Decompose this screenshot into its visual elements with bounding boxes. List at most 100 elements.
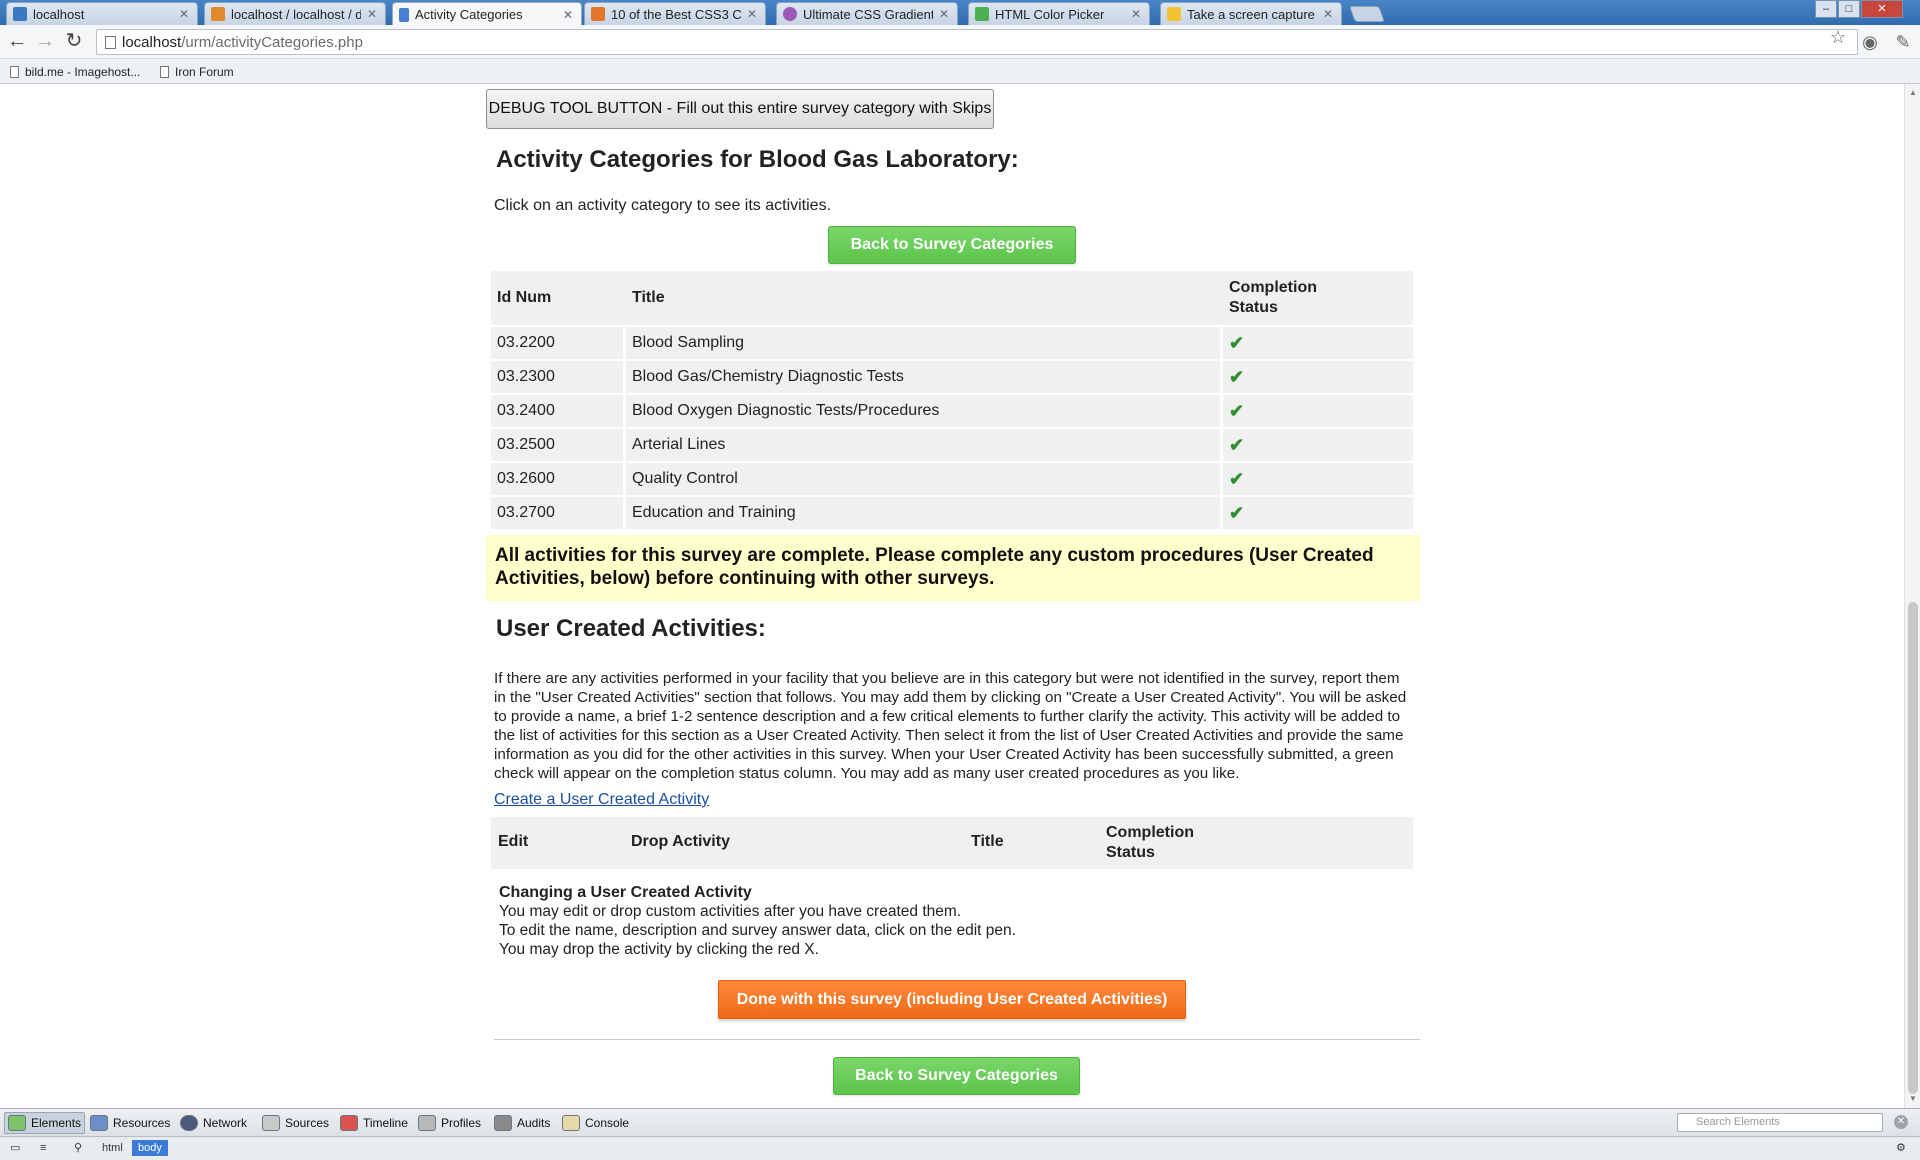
row-title[interactable]: Blood Gas/Chemistry Diagnostic Tests xyxy=(626,359,1223,393)
tab-phpmyadmin[interactable]: localhost / localhost / drup ✕ xyxy=(204,2,386,25)
devtools-tab-label: Elements xyxy=(31,1116,82,1130)
row-title[interactable]: Arterial Lines xyxy=(626,427,1223,461)
bookmark-bildme[interactable]: bild.me - Imagehost... xyxy=(10,65,140,79)
row-id: 03.2600 xyxy=(491,461,626,495)
new-tab-button[interactable] xyxy=(1349,6,1385,22)
page-icon xyxy=(105,36,116,49)
devtools-tab-audits[interactable]: Audits xyxy=(494,1112,550,1134)
bookmark-iron-forum[interactable]: Iron Forum xyxy=(160,65,234,79)
dock-icon[interactable]: ▭ xyxy=(4,1140,26,1156)
devtools-tab-resources[interactable]: Resources xyxy=(90,1112,170,1134)
profiles-icon xyxy=(418,1115,436,1131)
check-icon: ✔ xyxy=(1223,359,1413,393)
page-viewport: DEBUG TOOL BUTTON - Fill out this entire… xyxy=(0,84,1904,1108)
page-title: Activity Categories for Blood Gas Labora… xyxy=(496,146,1019,173)
audits-icon xyxy=(494,1115,512,1131)
tab-css3-code[interactable]: 10 of the Best CSS3 Code G ✕ xyxy=(584,2,766,25)
console-icon xyxy=(562,1115,580,1131)
check-icon: ✔ xyxy=(1223,325,1413,359)
resources-icon xyxy=(90,1115,108,1131)
row-id: 03.2500 xyxy=(491,427,626,461)
maximize-icon[interactable]: □ xyxy=(1838,0,1860,18)
page-icon xyxy=(10,66,19,78)
row-title[interactable]: Quality Control xyxy=(626,461,1223,495)
browser-window: localhost ✕ localhost / localhost / drup… xyxy=(0,0,1920,1160)
browser-toolbar: ← → ↻ localhost/urm/activityCategories.p… xyxy=(0,25,1920,59)
back-arrow-icon[interactable]: ← xyxy=(5,30,29,54)
table-row[interactable]: 03.2200 Blood Sampling ✔ xyxy=(491,325,1413,359)
wrench-icon[interactable]: ✎ xyxy=(1892,31,1914,53)
back-to-survey-categories-button[interactable]: Back to Survey Categories xyxy=(828,226,1076,264)
devtools-search-input[interactable]: Search Elements xyxy=(1677,1113,1883,1132)
tab-screen-capture[interactable]: Take a screen capture (prin ✕ xyxy=(1160,2,1342,25)
tab-favicon-icon xyxy=(1167,7,1181,21)
table-row[interactable]: 03.2300 Blood Gas/Chemistry Diagnostic T… xyxy=(491,359,1413,393)
sources-icon xyxy=(262,1115,280,1131)
row-title[interactable]: Education and Training xyxy=(626,495,1223,529)
devtools-tab-label: Console xyxy=(585,1116,630,1130)
table-row[interactable]: 03.2700 Education and Training ✔ xyxy=(491,495,1413,529)
table-row[interactable]: 03.2500 Arterial Lines ✔ xyxy=(491,427,1413,461)
bookmarks-bar: bild.me - Imagehost... Iron Forum xyxy=(0,59,1920,84)
devtools-tab-label: Network xyxy=(203,1116,248,1130)
close-icon[interactable]: ✕ xyxy=(1321,7,1335,21)
console-toggle-icon[interactable]: ≡ xyxy=(34,1140,52,1156)
star-icon[interactable]: ☆ xyxy=(1827,26,1849,48)
row-title[interactable]: Blood Sampling xyxy=(626,325,1223,359)
close-icon[interactable]: ✕ xyxy=(365,7,379,21)
create-user-activity-link[interactable]: Create a User Created Activity xyxy=(494,791,709,809)
reload-icon[interactable]: ↻ xyxy=(62,30,86,54)
minimize-icon[interactable]: – xyxy=(1815,0,1837,18)
devtools-tab-elements[interactable]: Elements xyxy=(4,1112,86,1134)
changing-line: To edit the name, description and survey… xyxy=(499,922,1016,939)
tab-gradient-generator[interactable]: Ultimate CSS Gradient Gen ✕ xyxy=(776,2,958,25)
breadcrumb-body[interactable]: body xyxy=(132,1140,168,1156)
devtools-tab-sources[interactable]: Sources xyxy=(262,1112,329,1134)
table-row[interactable]: 03.2400 Blood Oxygen Diagnostic Tests/Pr… xyxy=(491,393,1413,427)
user-created-table-header: Edit Drop Activity Title Completion Stat… xyxy=(491,817,1413,869)
eye-icon[interactable]: ◉ xyxy=(1859,31,1881,53)
done-with-survey-button[interactable]: Done with this survey (including User Cr… xyxy=(718,980,1186,1019)
debug-fill-button[interactable]: DEBUG TOOL BUTTON - Fill out this entire… xyxy=(486,89,994,129)
row-id: 03.2700 xyxy=(491,495,626,529)
tab-label: localhost xyxy=(33,6,85,22)
devtools-tab-console[interactable]: Console xyxy=(562,1112,629,1134)
close-icon[interactable]: ✕ xyxy=(561,8,575,22)
scroll-up-icon[interactable]: ▲ xyxy=(1908,88,1918,97)
tab-label: Activity Categories xyxy=(415,7,523,22)
close-icon[interactable]: ✕ xyxy=(177,7,191,21)
close-icon[interactable]: ✕ xyxy=(1129,7,1143,21)
vertical-scrollbar[interactable]: ▲ ▼ xyxy=(1904,84,1920,1108)
window-close-icon[interactable]: ✕ xyxy=(1861,0,1903,18)
check-icon: ✔ xyxy=(1223,427,1413,461)
address-bar[interactable]: localhost/urm/activityCategories.php xyxy=(96,29,1858,55)
tab-localhost[interactable]: localhost ✕ xyxy=(6,2,198,25)
scroll-down-icon[interactable]: ▼ xyxy=(1908,1094,1918,1103)
devtools-tab-label: Audits xyxy=(517,1116,551,1130)
close-icon[interactable]: ✕ xyxy=(745,7,759,21)
settings-gear-icon[interactable]: ⚙ xyxy=(1890,1140,1912,1156)
close-devtools-icon[interactable]: ✕ xyxy=(1894,1115,1908,1129)
devtools-tab-profiles[interactable]: Profiles xyxy=(418,1112,481,1134)
tab-favicon-icon xyxy=(783,7,797,21)
close-icon[interactable]: ✕ xyxy=(937,7,951,21)
devtools-tab-network[interactable]: Network xyxy=(180,1112,247,1134)
timeline-icon xyxy=(340,1115,358,1131)
column-header-uc-title: Title xyxy=(971,833,1004,850)
tab-color-picker[interactable]: HTML Color Picker ✕ xyxy=(968,2,1150,25)
tab-favicon-icon xyxy=(399,7,409,22)
scrollbar-thumb[interactable] xyxy=(1908,602,1918,1094)
devtools-tabs: Elements Resources Network Sources Timel… xyxy=(0,1109,1920,1137)
breadcrumb-html[interactable]: html xyxy=(96,1140,129,1156)
devtools-tab-label: Resources xyxy=(113,1116,171,1130)
devtools-tab-timeline[interactable]: Timeline xyxy=(340,1112,408,1134)
table-row[interactable]: 03.2600 Quality Control ✔ xyxy=(491,461,1413,495)
inspect-search-icon[interactable]: ⚲ xyxy=(68,1140,88,1156)
forward-arrow-icon[interactable]: → xyxy=(33,30,57,54)
check-icon: ✔ xyxy=(1223,461,1413,495)
changing-line: You may drop the activity by clicking th… xyxy=(499,941,819,958)
tab-activity-categories[interactable]: Activity Categories ✕ xyxy=(392,2,582,26)
row-title[interactable]: Blood Oxygen Diagnostic Tests/Procedures xyxy=(626,393,1223,427)
bookmark-label: Iron Forum xyxy=(175,65,234,79)
back-to-survey-categories-bottom-button[interactable]: Back to Survey Categories xyxy=(833,1057,1080,1095)
